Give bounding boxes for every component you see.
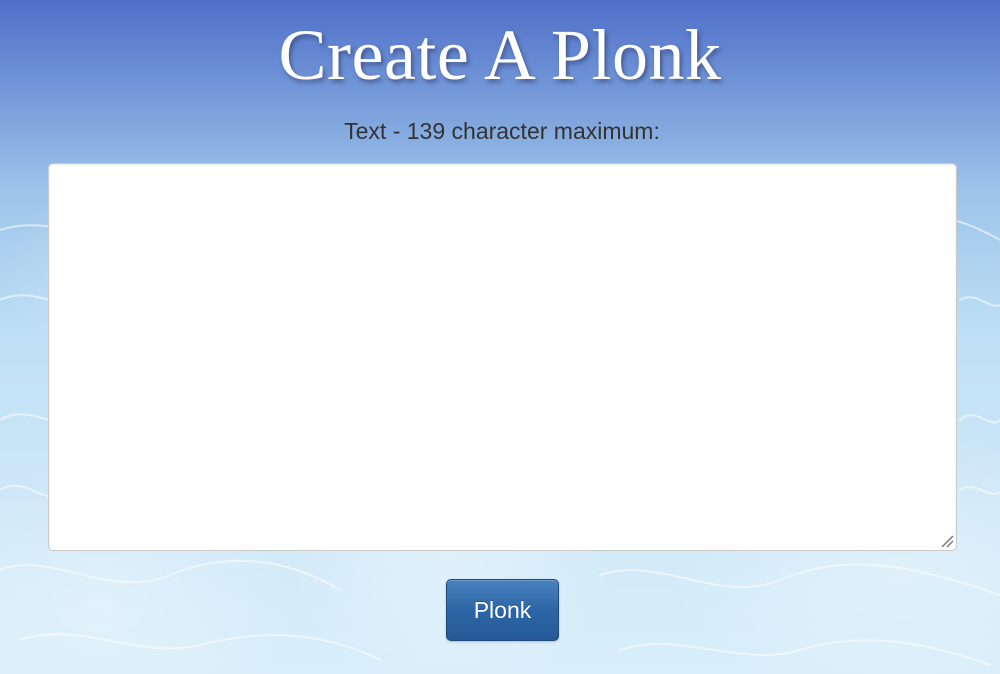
plonk-text-input[interactable]: [48, 163, 957, 551]
plonk-submit-button[interactable]: Plonk: [446, 579, 559, 641]
page-title: Create A Plonk: [278, 15, 722, 95]
text-field-label: Text - 139 character maximum:: [344, 118, 660, 144]
resize-handle-icon[interactable]: [940, 534, 954, 548]
